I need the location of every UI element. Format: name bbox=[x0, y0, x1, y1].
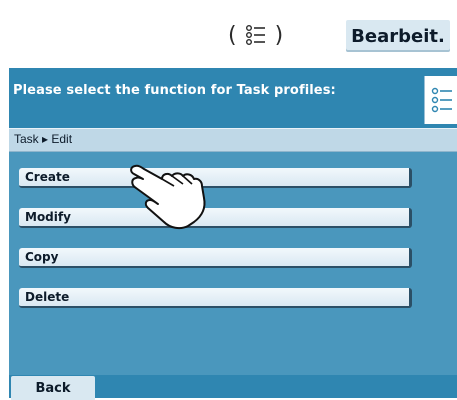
breadcrumb: Task ▸ Edit bbox=[9, 128, 457, 152]
create-button-label: Create bbox=[25, 170, 70, 184]
page-title: Please select the function for Task prof… bbox=[13, 83, 336, 98]
copy-button-label: Copy bbox=[25, 250, 59, 264]
breadcrumb-text: Task ▸ Edit bbox=[14, 132, 73, 146]
list-icon bbox=[245, 25, 265, 45]
list-icon bbox=[431, 87, 452, 113]
edit-button[interactable]: Bearbeit. bbox=[346, 20, 450, 52]
list-view-indicator: ( ) bbox=[228, 22, 283, 48]
delete-button[interactable]: Delete bbox=[19, 288, 412, 308]
list-menu-button[interactable] bbox=[424, 76, 457, 124]
footer-bar: Back bbox=[9, 375, 457, 400]
hand-pointer-icon bbox=[130, 164, 206, 230]
device-screen: Please select the function for Task prof… bbox=[9, 68, 457, 400]
back-button[interactable]: Back bbox=[11, 376, 95, 400]
top-strip: ( ) Bearbeit. bbox=[0, 0, 457, 66]
header-bar: Please select the function for Task prof… bbox=[9, 68, 457, 128]
delete-button-label: Delete bbox=[25, 290, 70, 304]
paren-right: ) bbox=[274, 22, 284, 48]
paren-left: ( bbox=[228, 22, 237, 48]
copy-button[interactable]: Copy bbox=[19, 248, 412, 268]
modify-button-label: Modify bbox=[25, 210, 71, 224]
